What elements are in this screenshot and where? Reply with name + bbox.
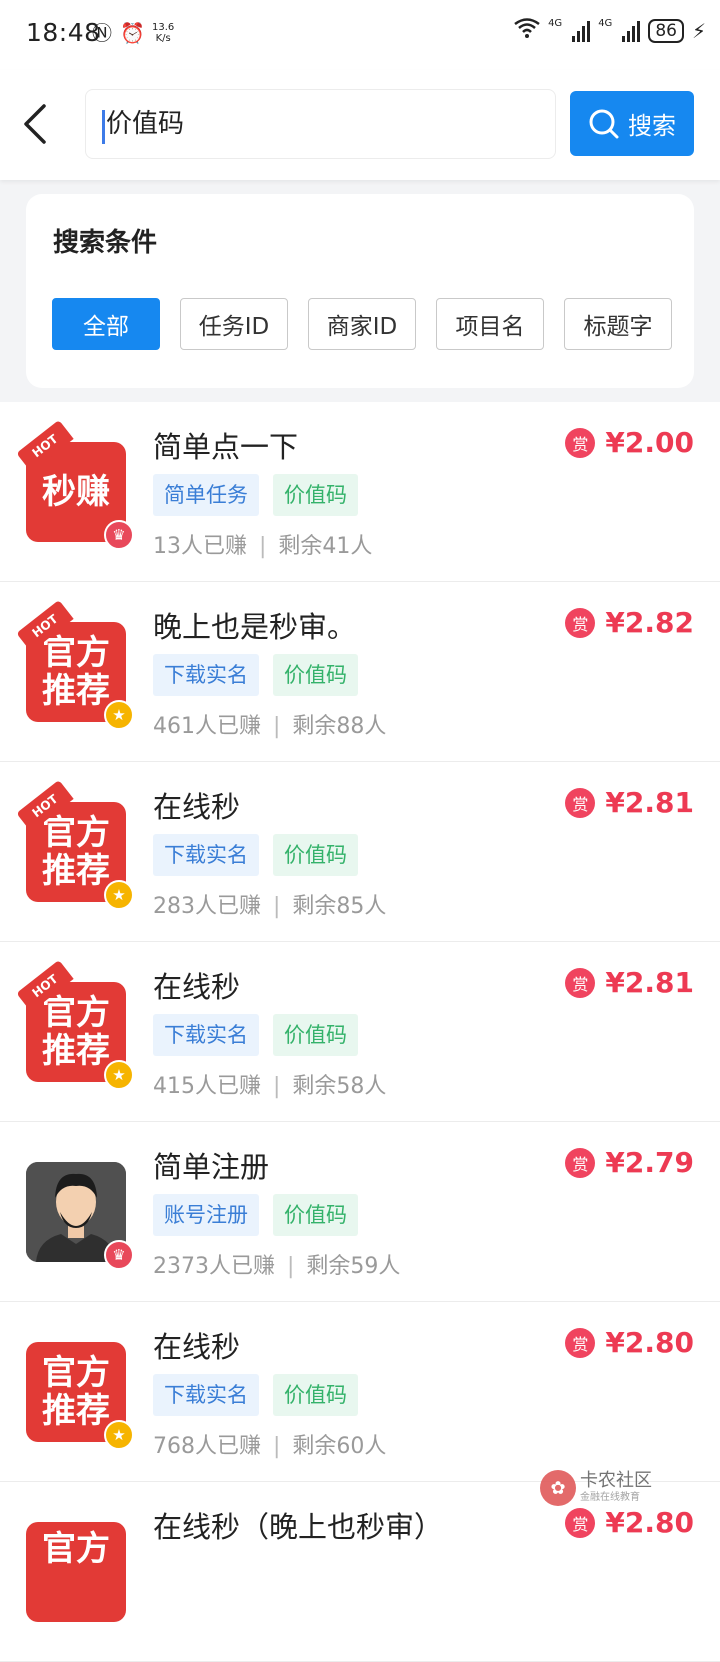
chip-title-word[interactable]: 标题字 xyxy=(564,298,672,350)
task-type-tag: 账号注册 xyxy=(153,1194,259,1236)
task-title: 在线秒 xyxy=(153,790,241,824)
chevron-left-icon xyxy=(24,104,46,144)
task-item[interactable]: 官方 推荐 ★ 在线秒 下载实名 价值码 768人已赚 | 剩余60人 赏 ¥2.80 xyxy=(0,1302,720,1482)
task-type-tag: 下载实名 xyxy=(153,1014,259,1056)
task-type-tag: 下载实名 xyxy=(153,654,259,696)
wifi-icon xyxy=(514,18,540,44)
net-speed: 13.6 K/s xyxy=(152,22,175,44)
task-keyword-tag: 价值码 xyxy=(273,1014,358,1056)
signal-icon xyxy=(572,20,591,42)
star-badge-icon: ★ xyxy=(104,700,134,730)
alarm-icon: ⏰ xyxy=(120,21,145,45)
task-stats: 461人已赚 | 剩余88人 xyxy=(153,714,387,739)
task-thumbnail: 官方 xyxy=(26,1522,126,1622)
task-stats: 415人已赚 | 剩余58人 xyxy=(153,1074,387,1099)
task-type-tag: 下载实名 xyxy=(153,834,259,876)
task-price: 赏 ¥2.79 xyxy=(565,1146,694,1179)
task-item[interactable]: ♛ 简单注册 账号注册 价值码 2373人已赚 | 剩余59人 赏 ¥2.79 xyxy=(0,1122,720,1302)
task-title: 晚上也是秒审。 xyxy=(153,610,357,644)
star-badge-icon: ★ xyxy=(104,1420,134,1450)
nfc-icon: Ⓝ xyxy=(92,21,112,45)
task-price: 赏 ¥2.81 xyxy=(565,966,694,999)
task-item[interactable]: 官方 在线秒（晚上也秒审） 赏 ¥2.80 xyxy=(0,1482,720,1662)
task-price: 赏 ¥2.80 xyxy=(565,1326,694,1359)
search-button-label: 搜索 xyxy=(628,112,676,140)
conditions-title: 搜索条件 xyxy=(53,228,158,258)
watermark: ✿ 卡农社区 金融在线教育 xyxy=(540,1470,652,1506)
signal-icon-2 xyxy=(622,20,641,42)
task-keyword-tag: 价值码 xyxy=(273,654,358,696)
status-time: 18:48 xyxy=(26,18,101,47)
task-item[interactable]: 官方 推荐 HOT ★ 在线秒 下载实名 价值码 415人已赚 | 剩余58人 赏 ¥2… xyxy=(0,942,720,1122)
task-stats: 13人已赚 | 剩余41人 xyxy=(153,534,373,559)
task-title: 简单点一下 xyxy=(153,430,299,464)
task-title: 简单注册 xyxy=(153,1150,270,1184)
reward-icon: 赏 xyxy=(565,1507,596,1538)
task-price: 赏 ¥2.00 xyxy=(565,426,694,459)
star-badge-icon: ★ xyxy=(104,1060,134,1090)
chip-task-id[interactable]: 任务ID xyxy=(180,298,288,350)
task-type-tag: 下载实名 xyxy=(153,1374,259,1416)
task-stats: 2373人已赚 | 剩余59人 xyxy=(153,1254,401,1279)
task-type-tag: 简单任务 xyxy=(153,474,259,516)
task-title: 在线秒 xyxy=(153,970,241,1004)
reward-icon: 赏 xyxy=(565,787,596,818)
search-conditions-card: 搜索条件 全部 任务ID 商家ID 项目名 标题字 xyxy=(26,194,694,388)
task-stats: 768人已赚 | 剩余60人 xyxy=(153,1434,387,1459)
charging-icon: ⚡ xyxy=(691,19,706,43)
reward-icon: 赏 xyxy=(565,607,596,638)
chip-project-name[interactable]: 项目名 xyxy=(436,298,544,350)
task-keyword-tag: 价值码 xyxy=(273,1194,358,1236)
task-keyword-tag: 价值码 xyxy=(273,834,358,876)
search-button[interactable]: 搜索 xyxy=(570,91,694,156)
search-icon xyxy=(589,109,619,138)
text-cursor xyxy=(102,110,105,144)
task-item[interactable]: 官方 推荐 HOT ★ 在线秒 下载实名 价值码 283人已赚 | 剩余85人 赏 ¥2… xyxy=(0,762,720,942)
crown-badge-icon: ♛ xyxy=(104,1240,134,1270)
reward-icon: 赏 xyxy=(565,427,596,458)
search-input[interactable] xyxy=(106,106,526,136)
search-header: 搜索 xyxy=(0,70,720,180)
chip-all[interactable]: 全部 xyxy=(52,298,160,350)
reward-icon: 赏 xyxy=(565,1147,596,1178)
status-bar: 18:48 Ⓝ ⏰ 13.6 K/s 4G 4G 86 ⚡ xyxy=(0,0,720,70)
filter-chips: 全部 任务ID 商家ID 项目名 标题字 xyxy=(52,298,672,350)
search-box[interactable] xyxy=(85,89,556,159)
watermark-logo-icon: ✿ xyxy=(540,1470,576,1506)
task-price: 赏 ¥2.80 xyxy=(565,1506,694,1539)
task-keyword-tag: 价值码 xyxy=(273,474,358,516)
task-item[interactable]: 秒赚 HOT ♛ 简单点一下 简单任务 价值码 13人已赚 | 剩余41人 赏 ¥2.… xyxy=(0,402,720,582)
task-price: 赏 ¥2.81 xyxy=(565,786,694,819)
crown-badge-icon: ♛ xyxy=(104,520,134,550)
reward-icon: 赏 xyxy=(565,967,596,998)
battery-icon: 86 xyxy=(648,19,684,43)
star-badge-icon: ★ xyxy=(104,880,134,910)
back-button[interactable] xyxy=(18,102,58,146)
task-item[interactable]: 官方 推荐 HOT ★ 晚上也是秒审。 下载实名 价值码 461人已赚 | 剩余88人… xyxy=(0,582,720,762)
task-stats: 283人已赚 | 剩余85人 xyxy=(153,894,387,919)
task-price: 赏 ¥2.82 xyxy=(565,606,694,639)
task-keyword-tag: 价值码 xyxy=(273,1374,358,1416)
reward-icon: 赏 xyxy=(565,1327,596,1358)
task-title: 在线秒 xyxy=(153,1330,241,1364)
task-title: 在线秒（晚上也秒审） xyxy=(153,1510,444,1544)
chip-merchant-id[interactable]: 商家ID xyxy=(308,298,416,350)
